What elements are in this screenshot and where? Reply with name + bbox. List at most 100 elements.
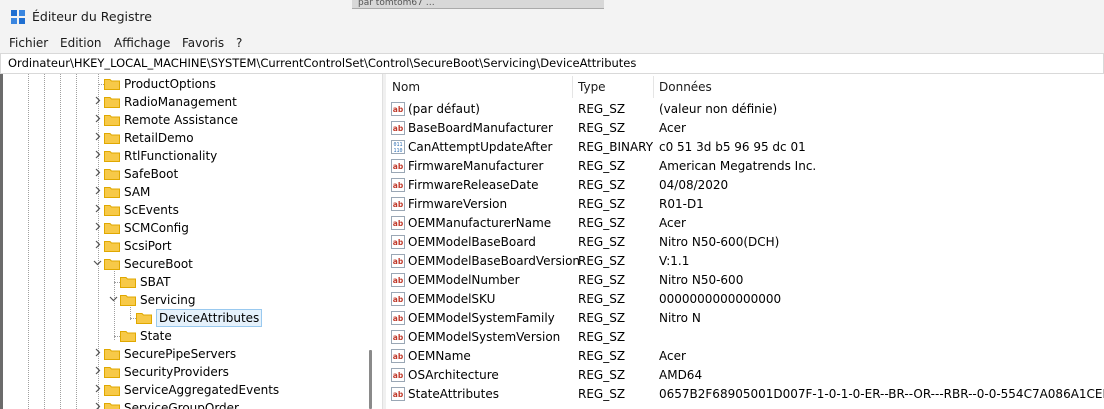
value-type: REG_SZ	[578, 292, 626, 306]
menu-fichier[interactable]: Fichier	[9, 36, 48, 50]
folder-icon	[120, 295, 136, 306]
svg-text:ab: ab	[393, 200, 404, 209]
tree-item[interactable]: SBAT	[0, 273, 370, 291]
value-data: 0657B2F68905001D007F-1-0-1-0-ER--BR--OR-…	[659, 387, 1104, 401]
registry-app-icon	[11, 10, 25, 24]
value-type: REG_BINARY	[578, 140, 654, 154]
tree-item[interactable]: Remote Assistance	[0, 111, 370, 129]
folder-icon	[104, 367, 120, 378]
tree-item[interactable]: SCMConfig	[0, 219, 370, 237]
chevron-right-icon[interactable]	[93, 348, 102, 357]
value-row[interactable]: ab OEMModelSKU REG_SZ 0000000000000000	[386, 290, 1104, 309]
svg-text:ab: ab	[393, 219, 404, 228]
tree-item[interactable]: SecurePipeServers	[0, 345, 370, 363]
address-bar[interactable]: Ordinateur\HKEY_LOCAL_MACHINE\SYSTEM\Cur…	[0, 53, 1104, 74]
tree-item[interactable]: SafeBoot	[0, 165, 370, 183]
string-value-icon: ab	[391, 197, 405, 211]
chevron-right-icon[interactable]	[93, 150, 102, 159]
value-row[interactable]: ab FirmwareReleaseDate REG_SZ 04/08/2020	[386, 176, 1104, 195]
value-row[interactable]: ab BaseBoardManufacturer REG_SZ Acer	[386, 119, 1104, 138]
value-row[interactable]: ab (par défaut) REG_SZ (valeur non définie)	[386, 100, 1104, 119]
background-window-text: par tomtom67 …	[358, 0, 435, 8]
value-type: REG_SZ	[578, 216, 626, 230]
value-row[interactable]: ab OEMName REG_SZ Acer	[386, 347, 1104, 366]
folder-icon	[120, 331, 136, 342]
tree-item-label: ScsiPort	[124, 239, 172, 253]
value-row[interactable]: ab FirmwareManufacturer REG_SZ American Meg…	[386, 157, 1104, 176]
chevron-down-icon[interactable]	[93, 258, 102, 267]
string-value-icon: ab	[391, 368, 405, 382]
string-value-icon: ab	[391, 292, 405, 306]
chevron-right-icon[interactable]	[93, 222, 102, 231]
chevron-right-icon[interactable]	[93, 204, 102, 213]
address-path[interactable]: Ordinateur\HKEY_LOCAL_MACHINE\SYSTEM\Cur…	[8, 56, 636, 70]
value-row[interactable]: ab FirmwareVersion REG_SZ R01-D1	[386, 195, 1104, 214]
value-row[interactable]: ab OEMManufacturerName REG_SZ Acer	[386, 214, 1104, 233]
value-data: Nitro N50-600	[659, 273, 744, 287]
value-row[interactable]: ab StateAttributes REG_SZ 0657B2F68905001D0…	[386, 385, 1104, 404]
value-row[interactable]: ab OSArchitecture REG_SZ AMD64	[386, 366, 1104, 385]
value-data: c0 51 3d b5 96 95 dc 01	[659, 140, 806, 154]
tree-item-label: State	[140, 329, 172, 343]
tree-item[interactable]: ServiceAggregatedEvents	[0, 381, 370, 399]
tree-item-label: RetailDemo	[124, 131, 194, 145]
value-row[interactable]: ab OEMModelBaseBoardVersion REG_SZ V:1.1	[386, 252, 1104, 271]
value-type: REG_SZ	[578, 330, 626, 344]
chevron-right-icon[interactable]	[93, 366, 102, 375]
chevron-right-icon[interactable]	[93, 168, 102, 177]
tree-item[interactable]: ScEvents	[0, 201, 370, 219]
svg-text:ab: ab	[393, 162, 404, 171]
value-row[interactable]: 011 110 CanAttemptUpdateAfter REG_BINARY c0 …	[386, 138, 1104, 157]
menu-affichage[interactable]: Affichage	[114, 36, 170, 50]
chevron-right-icon[interactable]	[93, 132, 102, 141]
chevron-down-icon[interactable]	[109, 294, 118, 303]
tree-item[interactable]: ProductOptions	[0, 75, 370, 93]
binary-value-icon: 011110	[391, 140, 405, 154]
tree-item[interactable]: RtlFunctionality	[0, 147, 370, 165]
value-row[interactable]: ab OEMModelSystemVersion REG_SZ	[386, 328, 1104, 347]
tree-item[interactable]: DeviceAttributes	[0, 309, 370, 327]
tree-item[interactable]: RetailDemo	[0, 129, 370, 147]
value-row[interactable]: ab OEMModelSystemFamily REG_SZ Nitro N	[386, 309, 1104, 328]
folder-icon	[104, 205, 120, 216]
value-data: V:1.1	[659, 254, 690, 268]
column-header-name[interactable]: Nom	[392, 80, 420, 94]
tree-item[interactable]: SecureBoot	[0, 255, 370, 273]
folder-icon	[104, 115, 120, 126]
value-type: REG_SZ	[578, 254, 626, 268]
value-row[interactable]: ab OEMModelBaseBoard REG_SZ Nitro N50-600(D…	[386, 233, 1104, 252]
menu-help[interactable]: ?	[236, 36, 242, 50]
tree-item[interactable]: State	[0, 327, 370, 345]
value-data: American Megatrends Inc.	[659, 159, 817, 173]
chevron-right-icon[interactable]	[93, 384, 102, 393]
folder-icon	[104, 169, 120, 180]
tree-item[interactable]: RadioManagement	[0, 93, 370, 111]
tree-item[interactable]: Servicing	[0, 291, 370, 309]
title-bar[interactable]: Éditeur du Registre par tomtom67 …	[0, 0, 1104, 34]
chevron-right-icon[interactable]	[93, 240, 102, 249]
tree-item[interactable]: ServiceGroupOrder	[0, 399, 370, 409]
column-separator[interactable]	[572, 76, 573, 98]
chevron-right-icon[interactable]	[93, 186, 102, 195]
menu-edition[interactable]: Edition	[60, 36, 102, 50]
chevron-right-icon[interactable]	[93, 96, 102, 105]
column-header-data[interactable]: Données	[659, 80, 712, 94]
tree-item[interactable]: ScsiPort	[0, 237, 370, 255]
values-list[interactable]: Nom Type Données ab (par défaut) REG_SZ (va…	[386, 74, 1104, 409]
column-separator[interactable]	[653, 76, 654, 98]
key-tree-pane[interactable]: ProductOptions RadioManagement Remote Assi…	[0, 74, 382, 409]
tree-item-label: SecureBoot	[124, 257, 193, 271]
chevron-right-icon[interactable]	[93, 114, 102, 123]
chevron-right-icon[interactable]	[93, 402, 102, 409]
folder-icon	[104, 133, 120, 144]
folder-icon	[104, 385, 120, 396]
menu-favoris[interactable]: Favoris	[182, 36, 224, 50]
value-row[interactable]: ab OEMModelNumber REG_SZ Nitro N50-600	[386, 271, 1104, 290]
tree-item[interactable]: SAM	[0, 183, 370, 201]
tree-item[interactable]: SecurityProviders	[0, 363, 370, 381]
value-data: R01-D1	[659, 197, 704, 211]
string-value-icon: ab	[391, 178, 405, 192]
value-name: OEMModelBaseBoard	[408, 235, 536, 249]
column-header-type[interactable]: Type	[578, 80, 606, 94]
tree-item-label: SAM	[124, 185, 151, 199]
